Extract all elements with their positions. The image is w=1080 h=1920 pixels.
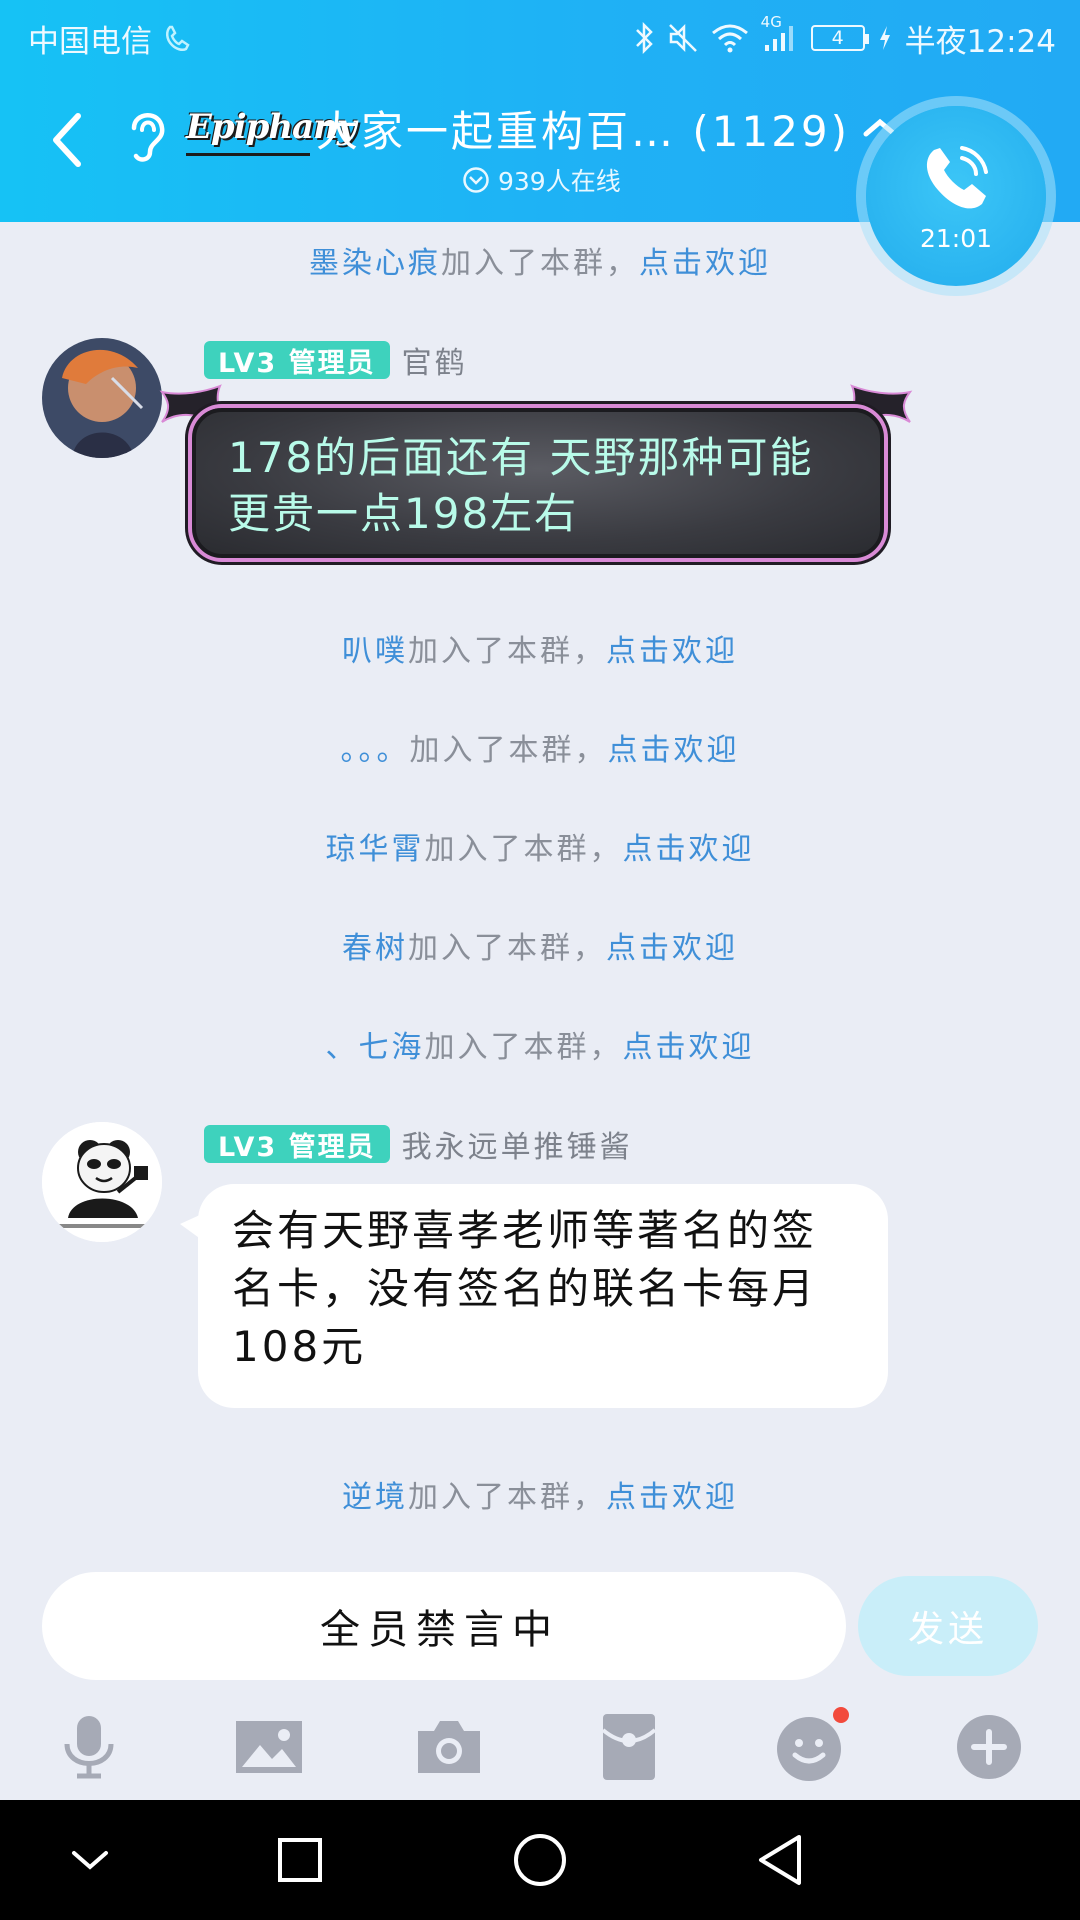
group-name: 大家一起重构百… bbox=[316, 107, 677, 156]
call-float-button[interactable]: 21:01 bbox=[866, 106, 1046, 286]
recents-icon[interactable] bbox=[270, 1830, 330, 1890]
status-bar: 中国电信 4G 4 半夜12:24 bbox=[0, 0, 1080, 76]
welcome-link[interactable]: 点击欢迎 bbox=[623, 1030, 755, 1065]
mute-icon bbox=[667, 22, 699, 54]
chevron-down-circle-icon bbox=[463, 167, 489, 193]
hide-keyboard-icon[interactable] bbox=[60, 1830, 120, 1890]
call-duration: 21:01 bbox=[919, 223, 993, 253]
welcome-link[interactable]: 点击欢迎 bbox=[608, 733, 740, 768]
sender-name[interactable]: 我永远单推锤酱 bbox=[402, 1122, 633, 1166]
avatar[interactable] bbox=[42, 338, 162, 458]
welcome-link[interactable]: 点击欢迎 bbox=[639, 246, 771, 281]
message-bubble[interactable]: 会有天野喜孝老师等著名的签名卡，没有签名的联名卡每月108元 bbox=[180, 1184, 888, 1408]
join-nick[interactable]: 、七海 bbox=[326, 1030, 425, 1065]
online-status[interactable]: 939人在线 bbox=[462, 162, 621, 198]
sender-row: LV3 管理员 我永远单推锤酱 bbox=[204, 1122, 633, 1166]
join-nick[interactable]: 逆境 bbox=[342, 1480, 408, 1515]
join-nick[interactable]: 叭噗 bbox=[342, 634, 408, 669]
carrier-label: 中国电信 bbox=[28, 23, 152, 60]
join-notice: 、七海加入了本群，点击欢迎 bbox=[0, 1022, 1080, 1066]
join-notice: 春树加入了本群，点击欢迎 bbox=[0, 923, 1080, 967]
chat-area[interactable]: 墨染心痕加入了本群，点击欢迎 LV3 管理员 官鹤 178的后面还有 天野那种可… bbox=[0, 222, 1080, 1572]
join-text: 加入了本群， bbox=[424, 1030, 623, 1065]
join-text: 加入了本群， bbox=[408, 931, 606, 966]
input-toolbar bbox=[0, 1702, 1080, 1798]
input-area: 全员禁言中 发送 bbox=[0, 1572, 1080, 1800]
welcome-link[interactable]: 点击欢迎 bbox=[606, 1480, 738, 1515]
online-count: 939人在线 bbox=[498, 167, 621, 196]
welcome-link[interactable]: 点击欢迎 bbox=[623, 832, 755, 867]
charging-icon bbox=[877, 24, 893, 52]
ear-icon[interactable] bbox=[124, 106, 170, 166]
wifi-icon bbox=[711, 23, 749, 53]
avatar[interactable] bbox=[42, 1122, 162, 1242]
system-navigation-bar bbox=[0, 1800, 1080, 1920]
signal-icon: 4G bbox=[761, 13, 799, 53]
join-nick[interactable]: 墨染心痕 bbox=[309, 246, 441, 281]
join-nick[interactable]: 。。。 bbox=[341, 733, 410, 768]
notification-dot bbox=[833, 1707, 849, 1723]
role-badge: LV3 管理员 bbox=[204, 1125, 390, 1163]
plus-icon[interactable] bbox=[944, 1702, 1034, 1792]
mic-icon[interactable] bbox=[44, 1702, 134, 1792]
join-text: 加入了本群， bbox=[441, 246, 639, 281]
muted-notice: 全员禁言中 bbox=[320, 1607, 560, 1653]
send-button[interactable]: 发送 bbox=[858, 1576, 1038, 1676]
member-count: (1129) bbox=[692, 107, 851, 156]
join-nick[interactable]: 春树 bbox=[342, 931, 408, 966]
welcome-link[interactable]: 点击欢迎 bbox=[606, 931, 738, 966]
join-notice: 琼华霄加入了本群，点击欢迎 bbox=[0, 824, 1080, 868]
join-text: 加入了本群， bbox=[408, 634, 606, 669]
sender-name[interactable]: 官鹤 bbox=[402, 338, 468, 382]
message-bubble[interactable]: 178的后面还有 天野那种可能更贵一点198左右 bbox=[192, 408, 884, 558]
message-input[interactable]: 全员禁言中 bbox=[42, 1572, 846, 1680]
home-icon[interactable] bbox=[510, 1830, 570, 1890]
group-logo: Epiphany bbox=[186, 100, 357, 156]
group-title[interactable]: 大家一起重构百… (1129) bbox=[316, 98, 850, 159]
join-text: 加入了本群， bbox=[408, 1480, 606, 1515]
join-text: 加入了本群， bbox=[424, 832, 623, 867]
red-packet-icon[interactable] bbox=[584, 1702, 674, 1792]
hd-call-icon bbox=[164, 23, 190, 53]
phone-icon bbox=[926, 145, 988, 208]
welcome-link[interactable]: 点击欢迎 bbox=[606, 634, 738, 669]
join-notice: 叭噗加入了本群，点击欢迎 bbox=[0, 626, 1080, 670]
join-nick[interactable]: 琼华霄 bbox=[326, 832, 425, 867]
battery-indicator: 4 bbox=[810, 25, 869, 51]
join-notice: 逆境加入了本群，点击欢迎 bbox=[0, 1472, 1080, 1516]
camera-icon[interactable] bbox=[404, 1702, 494, 1792]
network-type: 4G bbox=[760, 13, 782, 31]
role-badge: LV3 管理员 bbox=[204, 341, 390, 379]
sender-row: LV3 管理员 官鹤 bbox=[204, 338, 468, 382]
back-button[interactable] bbox=[42, 110, 92, 170]
image-icon[interactable] bbox=[224, 1702, 314, 1792]
join-notice: 。。。加入了本群，点击欢迎 bbox=[0, 725, 1080, 769]
bluetooth-icon bbox=[633, 22, 655, 54]
emoji-icon[interactable] bbox=[764, 1702, 854, 1792]
back-nav-icon[interactable] bbox=[750, 1830, 810, 1890]
clock: 半夜12:24 bbox=[904, 23, 1056, 60]
join-text: 加入了本群， bbox=[409, 733, 608, 768]
chevron-left-icon bbox=[53, 113, 81, 167]
